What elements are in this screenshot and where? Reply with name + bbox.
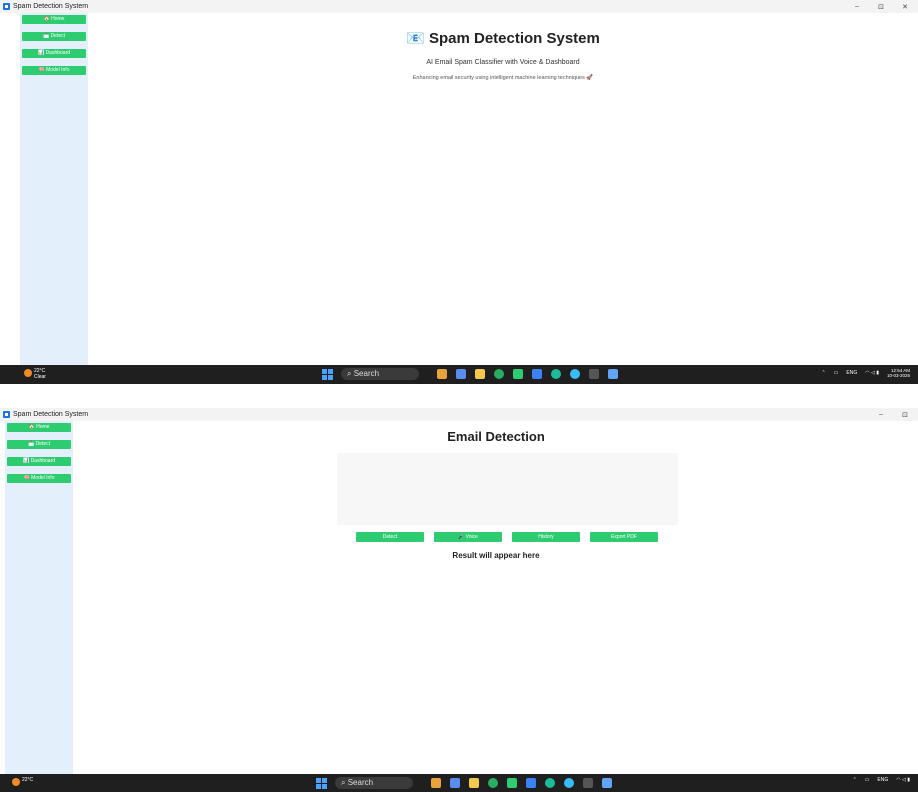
weather-widget[interactable]: 22°C [12, 777, 34, 786]
browser-icon[interactable] [570, 369, 580, 379]
history-button[interactable]: History [512, 532, 580, 542]
language-indicator[interactable]: ENG [846, 370, 857, 376]
page-tagline: Enhancing email security using intellige… [412, 75, 594, 81]
window-controls: – ⊡ ✕ [852, 3, 918, 11]
weather-widget[interactable]: 22°C Clear [24, 368, 46, 380]
sidebar-item-dashboard[interactable]: 📊 Dashboard [22, 49, 86, 58]
wifi-icon[interactable]: ◠ ◁ ▮ [865, 370, 879, 376]
widgets-icon[interactable] [431, 778, 441, 788]
detect-button[interactable]: Detect [356, 532, 424, 542]
taskbar-search[interactable]: ⌕ Search [341, 368, 419, 380]
sidebar-item-home[interactable]: 🏠 Home [22, 15, 86, 24]
weather-icon [12, 778, 20, 786]
system-tray: ⌃ ▭ ENG ◠ ◁ ▮ 12:54 AM 10-03-2026 [821, 368, 910, 378]
window-controls: – ⊡ [876, 411, 918, 419]
taskbar-search[interactable]: ⌕ Search [335, 777, 413, 789]
detect-screenshot: Spam Detection System – ⊡ 🏠 Home 📩 Detec… [0, 408, 918, 792]
title-bar: Spam Detection System – ⊡ ✕ [0, 0, 918, 13]
weather-temp: 22°C [22, 777, 34, 783]
minimize-icon[interactable]: – [852, 3, 862, 11]
language-indicator[interactable]: ENG [877, 777, 888, 783]
spotify-icon[interactable] [494, 369, 504, 379]
voice-button[interactable]: 🎤 Voice [434, 532, 502, 542]
maximize-icon[interactable]: ⊡ [876, 3, 886, 11]
vscode-icon[interactable] [532, 369, 542, 379]
weather-desc: Clear [34, 374, 46, 380]
sidebar-item-dashboard[interactable]: 📊 Dashboard [7, 457, 71, 466]
clock[interactable]: 12:54 AM 10-03-2026 [887, 368, 910, 378]
browser-icon[interactable] [564, 778, 574, 788]
sidebar-item-detect[interactable]: 📩 Detect [22, 32, 86, 41]
window-title: Spam Detection System [13, 411, 89, 418]
task-view-icon[interactable] [450, 778, 460, 788]
sidebar-item-model-info[interactable]: 🧠 Model Info [7, 474, 71, 483]
close-icon[interactable]: ✕ [900, 3, 910, 11]
sidebar-item-home[interactable]: 🏠 Home [7, 423, 71, 432]
app-icon-green[interactable] [507, 778, 517, 788]
widgets-icon[interactable] [437, 369, 447, 379]
app-icon-green[interactable] [513, 369, 523, 379]
weather-icon [24, 369, 32, 377]
terminal-icon[interactable] [583, 778, 593, 788]
sidebar: 🏠 Home 📩 Detect 📊 Dashboard 🧠 Model Info [20, 13, 88, 365]
sidebar-item-model-info[interactable]: 🧠 Model Info [22, 66, 86, 75]
edge-icon[interactable] [545, 778, 555, 788]
terminal-icon[interactable] [589, 369, 599, 379]
file-explorer-icon[interactable] [475, 369, 485, 379]
file-explorer-icon[interactable] [469, 778, 479, 788]
python-app-icon[interactable] [602, 778, 612, 788]
vscode-icon[interactable] [526, 778, 536, 788]
taskbar-apps [437, 369, 618, 379]
windows-start-icon[interactable] [322, 368, 333, 380]
page-title: 📧 Spam Detection System [406, 30, 600, 47]
system-tray: ⌃ ▭ ENG ◠ ◁ ▮ [852, 777, 910, 783]
wifi-icon[interactable]: ◠ ◁ ▮ [896, 777, 910, 783]
app-icon [3, 411, 10, 418]
page-title: Email Detection [447, 429, 545, 444]
window-title: Spam Detection System [13, 3, 89, 10]
tray-app-icon[interactable]: ▭ [865, 777, 870, 783]
maximize-icon[interactable]: ⊡ [900, 411, 910, 419]
minimize-icon[interactable]: – [876, 411, 886, 419]
title-bar: Spam Detection System – ⊡ [0, 408, 918, 421]
taskbar-center: ⌕ Search [316, 777, 612, 789]
taskbar-apps [431, 778, 612, 788]
sidebar-item-detect[interactable]: 📩 Detect [7, 440, 71, 449]
app-icon [3, 3, 10, 10]
email-input[interactable] [337, 453, 678, 525]
tray-chevron-icon[interactable]: ⌃ [852, 777, 856, 783]
clock-date: 10-03-2026 [886, 373, 910, 378]
spotify-icon[interactable] [488, 778, 498, 788]
taskbar-search-label: Search [347, 778, 374, 787]
taskbar: 22°C ⌕ Search ⌃ ▭ ENG ◠ ◁ ▮ [0, 774, 918, 792]
taskbar-search-label: Search [353, 369, 380, 378]
page-subtitle: AI Email Spam Classifier with Voice & Da… [426, 59, 580, 66]
export-pdf-button[interactable]: Export PDF [590, 532, 658, 542]
taskbar-center: ⌕ Search [322, 368, 618, 380]
tray-chevron-icon[interactable]: ⌃ [821, 370, 825, 376]
action-buttons: Detect 🎤 Voice History Export PDF [356, 532, 658, 542]
taskbar: 22°C Clear ⌕ Search ⌃ ▭ ENG ◠ ◁ ▮ 12:54 … [0, 365, 918, 384]
result-label: Result will appear here [452, 551, 540, 560]
home-screenshot: Spam Detection System – ⊡ ✕ 🏠 Home 📩 Det… [0, 0, 918, 384]
tray-app-icon[interactable]: ▭ [834, 370, 839, 376]
task-view-icon[interactable] [456, 369, 466, 379]
python-app-icon[interactable] [608, 369, 618, 379]
windows-start-icon[interactable] [316, 777, 327, 789]
edge-icon[interactable] [551, 369, 561, 379]
sidebar: 🏠 Home 📩 Detect 📊 Dashboard 🧠 Model Info [5, 421, 73, 788]
